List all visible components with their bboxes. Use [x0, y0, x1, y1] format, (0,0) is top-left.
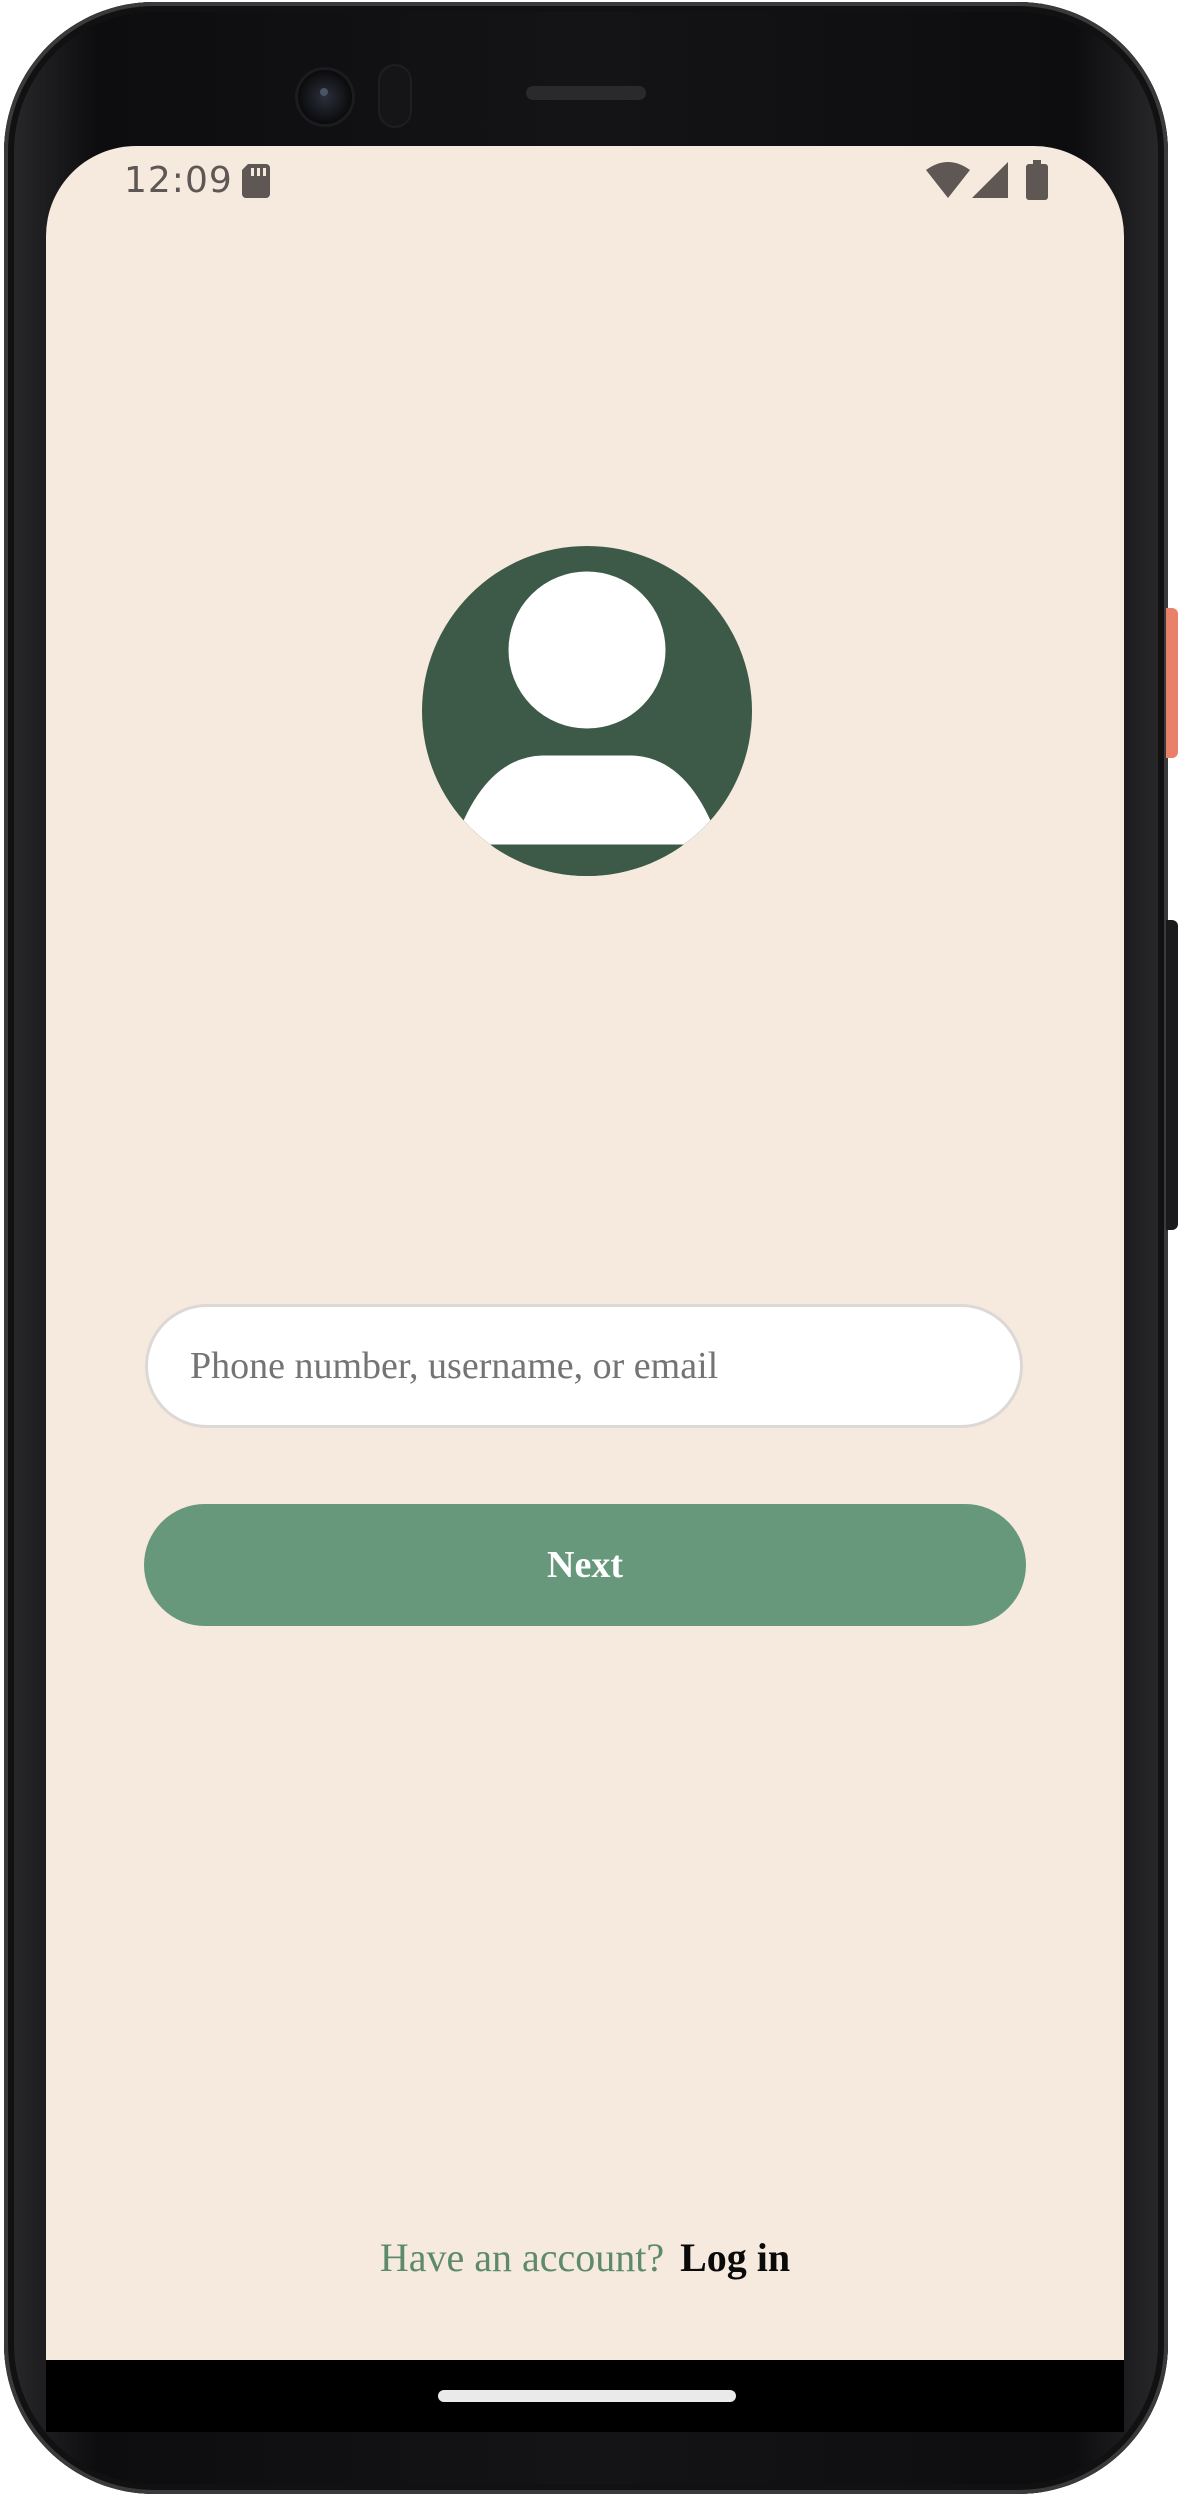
status-bar: 12:09 — [46, 146, 1124, 222]
front-camera — [298, 70, 352, 124]
proximity-sensor — [380, 66, 410, 126]
have-account-text: Have an account? — [379, 2235, 665, 2280]
identifier-input[interactable] — [145, 1304, 1023, 1428]
battery-icon — [1026, 160, 1048, 200]
next-button[interactable]: Next — [144, 1504, 1026, 1626]
screen: 12:09 Nex — [46, 146, 1124, 2430]
power-button — [1166, 608, 1178, 758]
avatar-graphic — [422, 568, 752, 876]
earpiece-speaker — [526, 86, 646, 100]
login-prompt: Have an account? Log in — [46, 2234, 1124, 2281]
cell-signal-icon — [972, 162, 1008, 198]
sd-card-icon — [242, 164, 270, 198]
volume-rocker — [1166, 920, 1178, 1230]
user-avatar-icon — [422, 546, 752, 876]
status-time: 12:09 — [124, 160, 233, 201]
login-link[interactable]: Log in — [680, 2235, 790, 2280]
home-gesture-handle[interactable] — [438, 2390, 736, 2402]
wifi-icon — [926, 162, 970, 198]
